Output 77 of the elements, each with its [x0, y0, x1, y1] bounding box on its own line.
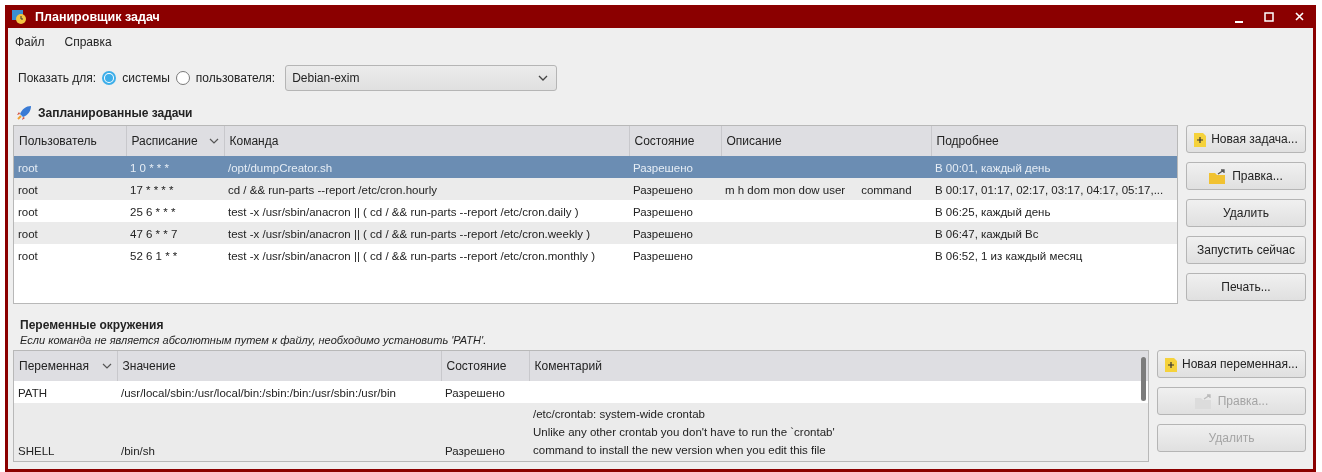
- table-cell: 17 * * * *: [130, 184, 174, 196]
- hint-text: Если команда не является абсолютным путем к файлу, необходимо установить 'PATH'.: [20, 334, 487, 346]
- column-header[interactable]: Команда: [224, 126, 629, 156]
- table-row[interactable]: root 17 * * * * cd / && run-parts --report /etc/cron.hourly Разрешено m h dom mon dow user command В 00:17, 01:17, 02:17, 03:17, 04:17, 05:17,...: [14, 178, 1177, 200]
- maximize-icon: [1264, 11, 1274, 22]
- minimize-icon: [1235, 20, 1243, 23]
- rocket-icon: [16, 105, 32, 121]
- table-cell: В 06:47, каждый Вс: [935, 228, 1039, 240]
- table-cell: root: [18, 228, 38, 240]
- new-file-icon: [1165, 356, 1177, 372]
- action-button[interactable]: Новая переменная...: [1157, 350, 1306, 378]
- section-title: Запланированные задачи: [38, 106, 193, 120]
- user-dropdown[interactable]: Debian-exim: [285, 65, 558, 91]
- table-cell: Разрешено: [445, 445, 505, 457]
- column-header[interactable]: Значение: [117, 351, 441, 381]
- menu-item[interactable]: Справка: [64, 35, 112, 57]
- clock-calendar-icon: [12, 9, 27, 24]
- column-header[interactable]: Пользователь: [14, 126, 126, 156]
- column-header[interactable]: Состояние: [629, 126, 721, 156]
- table-cell: test -x /usr/sbin/anacron || ( cd / && run-parts --report /etc/cron.weekly ): [228, 228, 590, 240]
- table-cell: test -x /usr/sbin/anacron || ( cd / && run-parts --report /etc/cron.daily ): [228, 206, 579, 218]
- column-header[interactable]: Подробнее: [931, 126, 1177, 156]
- table-cell: В 00:17, 01:17, 02:17, 03:17, 04:17, 05:17,...: [935, 184, 1164, 196]
- table-cell: Разрешено: [633, 162, 693, 174]
- window-title: Планировщик задач: [35, 9, 161, 24]
- table-cell: root: [18, 162, 38, 174]
- scrollbar[interactable]: [1141, 357, 1146, 401]
- table-cell-text: /etc/crontab: system-wide crontab Unlike any other crontab you don't have to run the `crontab' command to install the new version when you edit this file: [533, 407, 836, 458]
- table-cell: 47 6 * * 7: [130, 228, 178, 240]
- column-header[interactable]: Описание: [721, 126, 931, 156]
- action-button[interactable]: Удалить: [1186, 199, 1306, 227]
- folder-arrow-icon: [1194, 393, 1213, 409]
- table-cell: Разрешено: [633, 250, 693, 262]
- new-file-icon: [1194, 131, 1207, 147]
- action-button[interactable]: Правка...: [1186, 162, 1306, 190]
- table-cell: 1 0 * * *: [130, 162, 169, 174]
- column-header[interactable]: Состояние: [441, 351, 529, 381]
- table-cell: test -x /usr/sbin/anacron || ( cd / && run-parts --report /etc/cron.monthly ): [228, 250, 596, 262]
- table-cell: root: [18, 184, 38, 196]
- table-cell: /usr/local/sbin:/usr/local/bin:/sbin:/bin:/usr/sbin:/usr/bin: [121, 387, 396, 399]
- table-cell: /bin/sh: [121, 445, 155, 457]
- table-cell: /opt/dumpCreator.sh: [228, 162, 333, 174]
- table-cell: 52 6 1 * *: [130, 250, 178, 262]
- table-cell: SHELL: [18, 445, 55, 457]
- menu-item[interactable]: Файл: [15, 35, 45, 57]
- close-icon: [1294, 12, 1304, 21]
- show-for-label: Показать для:: [18, 71, 97, 85]
- action-button[interactable]: Запустить сейчас: [1186, 236, 1306, 264]
- folder-arrow-icon: [1209, 168, 1228, 184]
- table-row[interactable]: root 25 6 * * * test -x /usr/sbin/anacron || ( cd / && run-parts --report /etc/cron.daily ) Разрешено В 06:25, каждый день: [14, 200, 1177, 222]
- table-cell: Разрешено: [633, 206, 693, 218]
- table-cell: В 06:52, 1 из каждый месяц: [935, 250, 1083, 262]
- table-cell: cd / && run-parts --report /etc/cron.hourly: [228, 184, 437, 196]
- action-button[interactable]: Новая задача...: [1186, 125, 1306, 153]
- table-cell: В 06:25, каждый день: [935, 206, 1051, 218]
- action-button[interactable]: Печать...: [1186, 273, 1306, 301]
- table-cell: root: [18, 250, 38, 262]
- table-cell: 25 6 * * *: [130, 206, 176, 218]
- radio-button[interactable]: [102, 71, 117, 85]
- column-header[interactable]: Коментарий: [529, 351, 1148, 381]
- section-title: Переменные окружения: [20, 318, 164, 332]
- table-cell: PATH: [18, 387, 47, 399]
- column-header[interactable]: Переменная: [14, 351, 117, 381]
- table-cell: В 00:01, каждый день: [935, 162, 1051, 174]
- column-header[interactable]: Расписание: [126, 126, 224, 156]
- sort-caret-icon: [101, 363, 112, 369]
- radio-button[interactable]: [175, 71, 190, 85]
- table-cell: root: [18, 206, 38, 218]
- table-cell: Разрешено: [445, 387, 505, 399]
- table-cell: Разрешено: [633, 228, 693, 240]
- table-row[interactable]: PATH /usr/local/sbin:/usr/local/bin:/sbin:/bin:/usr/sbin:/usr/bin Разрешено: [14, 381, 1148, 403]
- table-cell: Разрешено: [633, 184, 693, 196]
- table-cell: m h dom mon dow user command: [725, 184, 912, 196]
- radio-label[interactable]: системы: [122, 71, 170, 85]
- chevron-down-icon: [538, 75, 549, 81]
- radio-label[interactable]: пользователя:: [195, 71, 276, 85]
- sort-caret-icon: [208, 138, 219, 144]
